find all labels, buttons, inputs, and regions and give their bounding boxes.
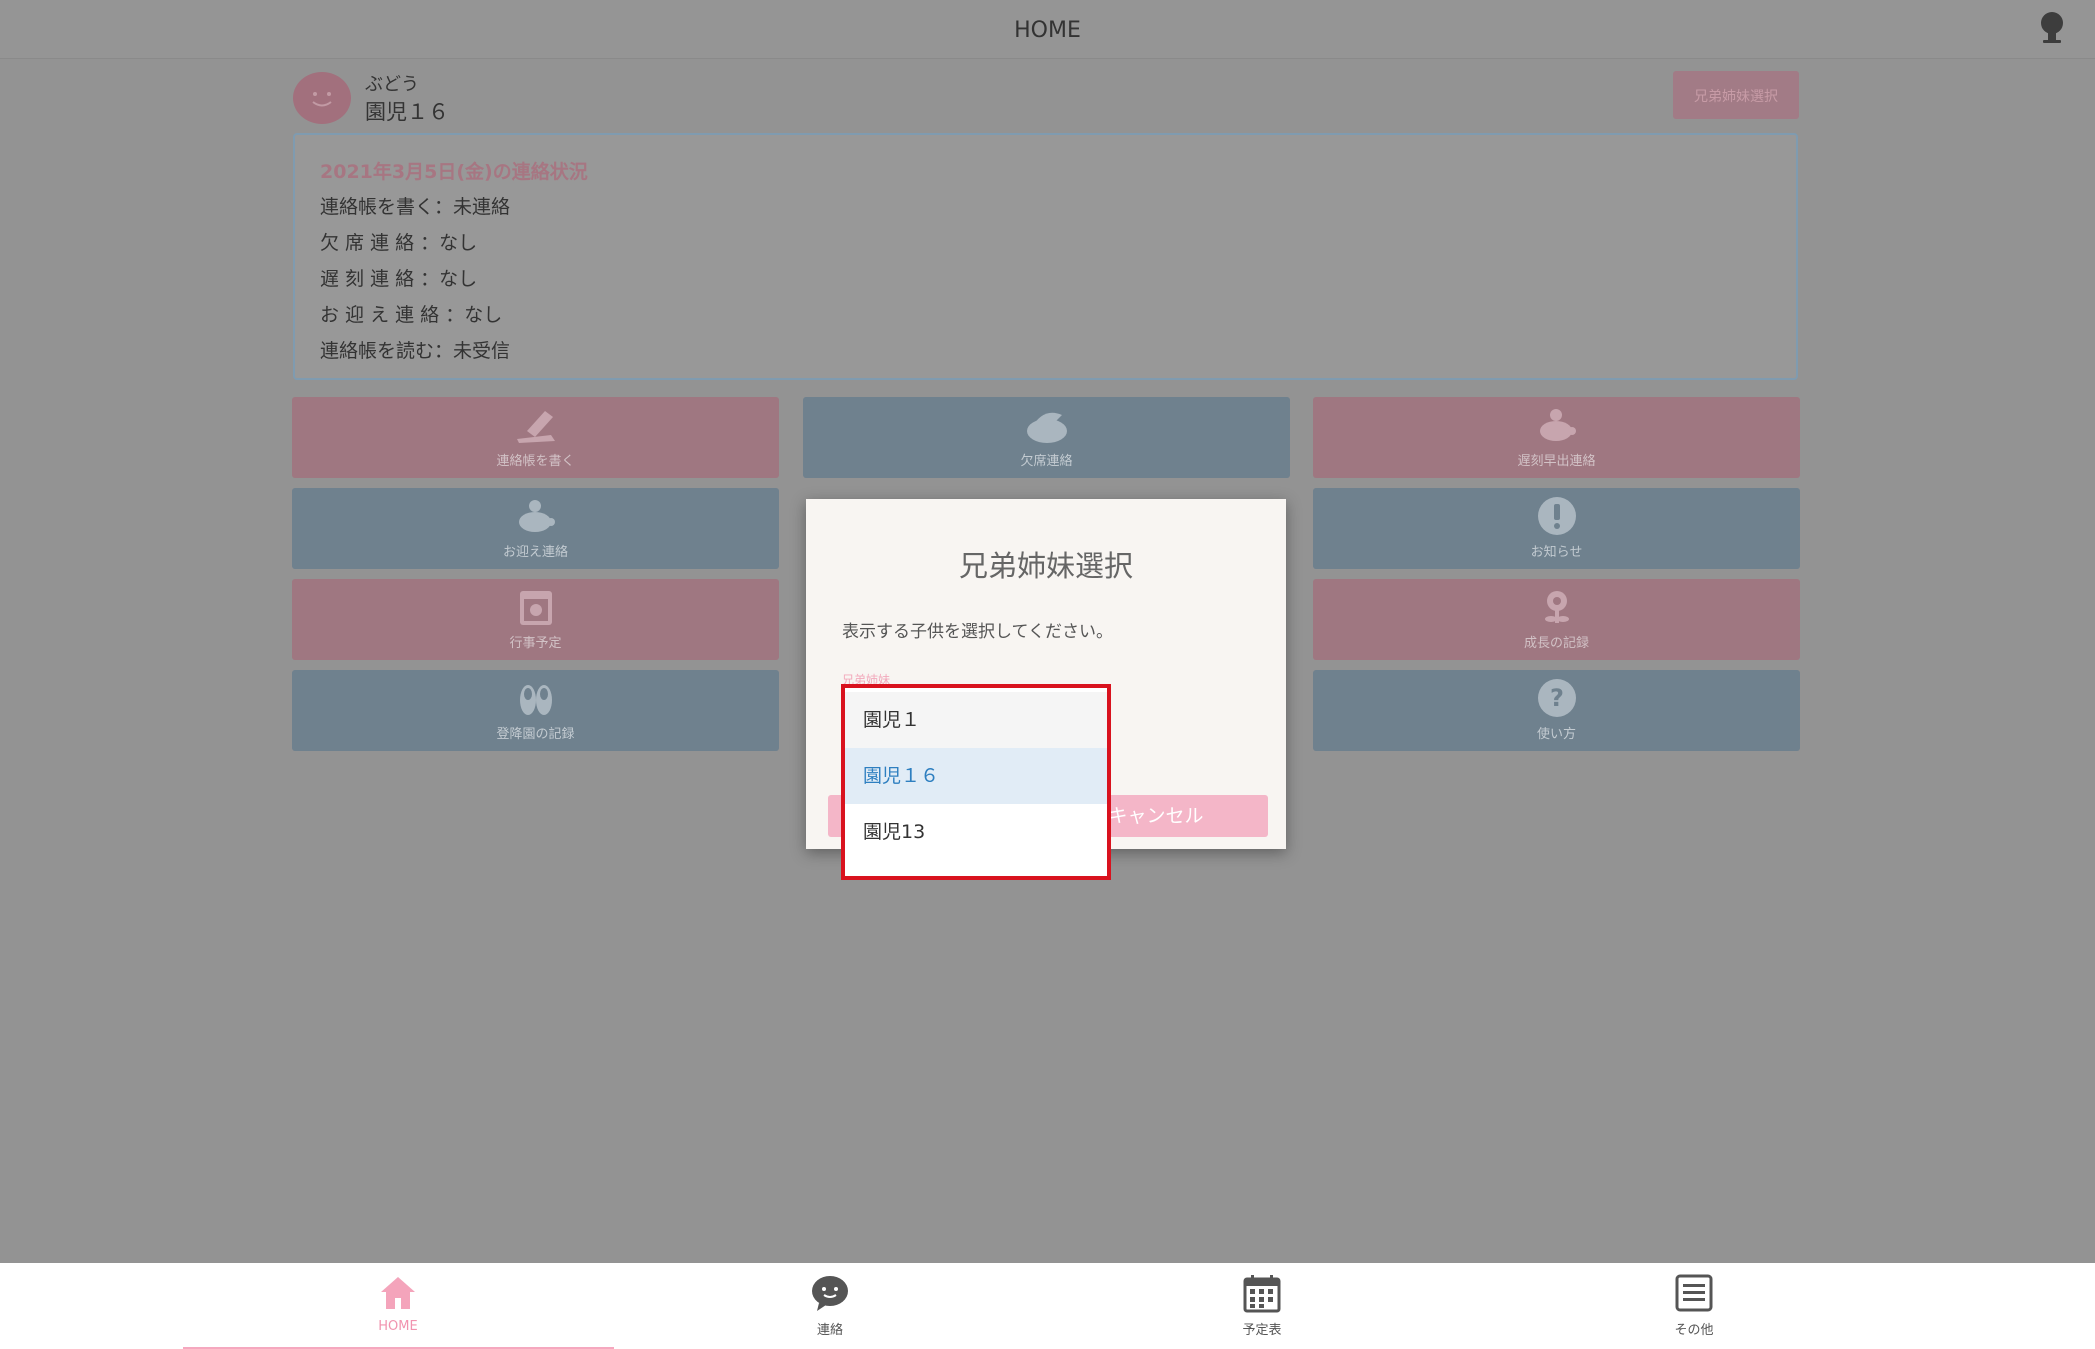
tile-write-notebook[interactable]: 連絡帳を書く (292, 397, 779, 478)
tile-label: 使い方 (1536, 727, 1576, 742)
tile-label: 登降園の記録 (496, 727, 575, 742)
nav-other[interactable]: その他 (1478, 1263, 1910, 1349)
dropdown-option-selected[interactable]: 園児１６ (845, 748, 1107, 804)
tile-pickup[interactable]: お迎え連絡 (292, 488, 779, 569)
question-icon: ? (1313, 678, 1800, 718)
turtle-icon (1313, 405, 1800, 445)
smiley-face-icon (293, 72, 351, 124)
menu-list-icon (1478, 1273, 1910, 1313)
turtle-carrying-icon (292, 496, 779, 536)
nav-home[interactable]: HOME (182, 1263, 614, 1349)
tile-label: 遅刻早出連絡 (1517, 454, 1596, 469)
flower-icon (1313, 587, 1800, 627)
tile-absence[interactable]: 欠席連絡 (803, 397, 1290, 478)
nav-contact[interactable]: 連絡 (614, 1263, 1046, 1349)
app-header: HOME (0, 0, 2095, 59)
user-avatar-icon[interactable] (2037, 10, 2067, 44)
status-line-write: 連絡帳を書く：未連絡 (320, 196, 511, 218)
tile-label: 連絡帳を書く (496, 454, 575, 469)
nav-label: 連絡 (816, 1323, 843, 1338)
calendar-icon (292, 587, 779, 627)
dropdown-option[interactable]: 園児１ (845, 692, 1107, 748)
dialog-title: 兄弟姉妹選択 (958, 549, 1133, 583)
tile-label: 欠席連絡 (1020, 454, 1073, 469)
tile-how-to-use[interactable]: ? 使い方 (1313, 670, 1800, 751)
tile-growth-record[interactable]: 成長の記録 (1313, 579, 1800, 660)
nav-schedule[interactable]: 予定表 (1046, 1263, 1478, 1349)
tile-attendance-record[interactable]: 登降園の記録 (292, 670, 779, 751)
shoes-icon (292, 678, 779, 718)
tile-label: お迎え連絡 (502, 545, 568, 560)
tile-label: 行事予定 (509, 636, 562, 651)
bottom-navigation: HOME 連絡 予定表 その他 (0, 1263, 2095, 1349)
tile-label: お知らせ (1530, 545, 1583, 560)
nav-label: HOME (378, 1319, 418, 1334)
calendar-grid-icon (1046, 1273, 1478, 1313)
status-line-pickup: お 迎 え 連 絡 ：なし (320, 304, 503, 326)
status-line-read: 連絡帳を読む：未受信 (320, 340, 511, 362)
chat-bubble-icon (614, 1273, 1046, 1313)
sibling-select-button[interactable]: 兄弟姉妹選択 (1673, 71, 1799, 119)
sibling-dropdown-list[interactable]: 園児１ 園児１６ 園児13 (841, 684, 1111, 880)
tile-label: 成長の記録 (1523, 636, 1589, 651)
nav-label: その他 (1674, 1323, 1714, 1338)
nav-label: 予定表 (1242, 1323, 1282, 1338)
status-date-title: 2021年3月5日(金)の連絡状況 (320, 161, 588, 183)
status-line-absence: 欠 席 連 絡 ：なし (320, 232, 478, 254)
dialog-message: 表示する子供を選択してください。 (842, 622, 1113, 642)
child-name: 園児１６ (365, 100, 449, 124)
home-icon (182, 1273, 614, 1313)
svg-text:?: ? (1550, 684, 1564, 712)
tile-events[interactable]: 行事予定 (292, 579, 779, 660)
contact-status-panel: 2021年3月5日(金)の連絡状況 連絡帳を書く：未連絡 欠 席 連 絡 ：なし… (293, 133, 1798, 380)
exclamation-icon (1313, 496, 1800, 536)
page-title: HOME (1014, 18, 1081, 43)
sleeping-cap-icon (803, 405, 1290, 445)
dropdown-option[interactable]: 園児13 (845, 804, 1107, 860)
pencil-notebook-icon (292, 405, 779, 445)
tile-late-early[interactable]: 遅刻早出連絡 (1313, 397, 1800, 478)
class-name: ぶどう (365, 74, 419, 95)
tile-notices[interactable]: お知らせ (1313, 488, 1800, 569)
status-line-late: 遅 刻 連 絡 ：なし (320, 268, 478, 290)
